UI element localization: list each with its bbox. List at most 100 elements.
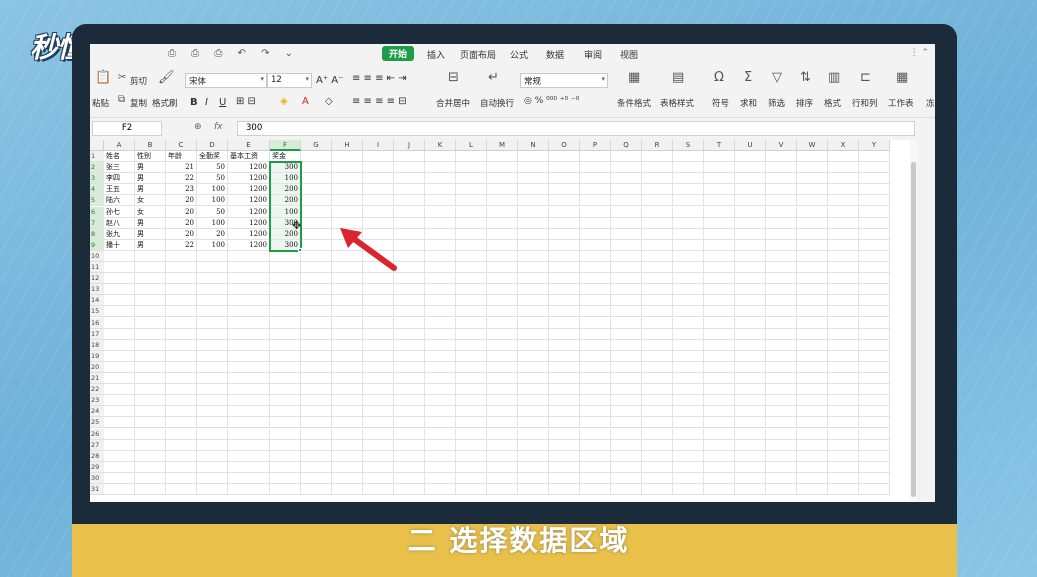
cell[interactable]: [456, 361, 487, 373]
cell[interactable]: [332, 384, 363, 396]
cell[interactable]: [301, 317, 332, 329]
cell[interactable]: [456, 450, 487, 462]
cell[interactable]: [487, 228, 518, 240]
cell[interactable]: [104, 373, 135, 384]
cell[interactable]: [425, 417, 456, 429]
cell[interactable]: [332, 484, 363, 495]
cell[interactable]: [642, 484, 673, 495]
cell[interactable]: [394, 406, 425, 418]
cell[interactable]: [394, 328, 425, 340]
cell[interactable]: [673, 173, 704, 185]
filter-button[interactable]: 筛选: [768, 97, 785, 109]
cell[interactable]: [611, 350, 642, 362]
cell[interactable]: [363, 428, 394, 440]
cell[interactable]: [166, 406, 197, 418]
cell[interactable]: [425, 484, 456, 495]
cell[interactable]: [859, 306, 890, 318]
vertical-scrollbar[interactable]: [910, 140, 917, 502]
cell[interactable]: [797, 472, 828, 484]
tab-view[interactable]: 视图: [620, 48, 638, 61]
cell[interactable]: [332, 373, 363, 384]
cell[interactable]: [456, 373, 487, 384]
cell[interactable]: [611, 228, 642, 240]
cell[interactable]: [456, 284, 487, 296]
window-controls-icon[interactable]: ⋮ ⌃: [910, 48, 929, 58]
cell[interactable]: [828, 439, 859, 451]
cell[interactable]: [549, 484, 580, 495]
cell[interactable]: [735, 373, 766, 384]
cell[interactable]: [735, 162, 766, 174]
cell[interactable]: [549, 406, 580, 418]
cell[interactable]: [166, 339, 197, 351]
cell[interactable]: [363, 384, 394, 396]
cell[interactable]: 20: [197, 228, 228, 240]
cell[interactable]: [704, 328, 735, 340]
cell[interactable]: [580, 384, 611, 396]
cell[interactable]: [332, 317, 363, 329]
cell[interactable]: [456, 484, 487, 495]
cell[interactable]: [104, 306, 135, 318]
filter-icon[interactable]: ▽: [772, 70, 782, 85]
cell[interactable]: [228, 484, 270, 495]
cell[interactable]: [487, 306, 518, 318]
cell[interactable]: [828, 472, 859, 484]
cell[interactable]: [518, 373, 549, 384]
cell[interactable]: [425, 173, 456, 185]
cell[interactable]: [518, 228, 549, 240]
cell[interactable]: [673, 328, 704, 340]
cell[interactable]: [797, 195, 828, 207]
cell[interactable]: [166, 350, 197, 362]
cell[interactable]: 100: [270, 173, 301, 185]
row-header[interactable]: 26: [90, 428, 104, 440]
column-header[interactable]: E: [228, 140, 270, 151]
cell[interactable]: [456, 162, 487, 174]
cell[interactable]: [797, 339, 828, 351]
cell[interactable]: [828, 306, 859, 318]
cell[interactable]: [166, 373, 197, 384]
column-header[interactable]: I: [363, 140, 394, 151]
tab-insert[interactable]: 插入: [427, 48, 445, 61]
cell[interactable]: [549, 373, 580, 384]
sort-icon[interactable]: ⇅: [800, 70, 811, 85]
cell[interactable]: 1200: [228, 173, 270, 185]
cell[interactable]: [332, 395, 363, 407]
cell[interactable]: [301, 384, 332, 396]
cell[interactable]: [270, 350, 301, 362]
cell[interactable]: [642, 184, 673, 196]
cell[interactable]: [828, 250, 859, 262]
cell[interactable]: [135, 384, 166, 396]
row-header[interactable]: 28: [90, 450, 104, 462]
cell[interactable]: 陆六: [104, 195, 135, 207]
cell[interactable]: [394, 484, 425, 495]
cell[interactable]: [197, 339, 228, 351]
cell[interactable]: [228, 373, 270, 384]
cell[interactable]: [735, 417, 766, 429]
cell[interactable]: [704, 184, 735, 196]
cell[interactable]: [766, 395, 797, 407]
cell[interactable]: [518, 217, 549, 229]
row-header[interactable]: 7: [90, 217, 104, 229]
cell[interactable]: [828, 328, 859, 340]
cell[interactable]: [704, 317, 735, 329]
underline-icon[interactable]: U: [219, 97, 226, 108]
cell[interactable]: [518, 406, 549, 418]
cell[interactable]: [394, 384, 425, 396]
cell[interactable]: [549, 317, 580, 329]
row-header[interactable]: 10: [90, 250, 104, 262]
cell[interactable]: [673, 484, 704, 495]
cell[interactable]: [332, 162, 363, 174]
cell[interactable]: [735, 317, 766, 329]
cell[interactable]: [549, 450, 580, 462]
cell[interactable]: [394, 173, 425, 185]
cell[interactable]: [859, 317, 890, 329]
cell[interactable]: [549, 239, 580, 251]
cell[interactable]: [332, 417, 363, 429]
cell[interactable]: [228, 395, 270, 407]
cell[interactable]: [456, 395, 487, 407]
cell[interactable]: [135, 406, 166, 418]
cell[interactable]: [228, 439, 270, 451]
cell[interactable]: [197, 328, 228, 340]
cell[interactable]: [828, 395, 859, 407]
cell[interactable]: [425, 162, 456, 174]
cell[interactable]: 孙七: [104, 206, 135, 218]
